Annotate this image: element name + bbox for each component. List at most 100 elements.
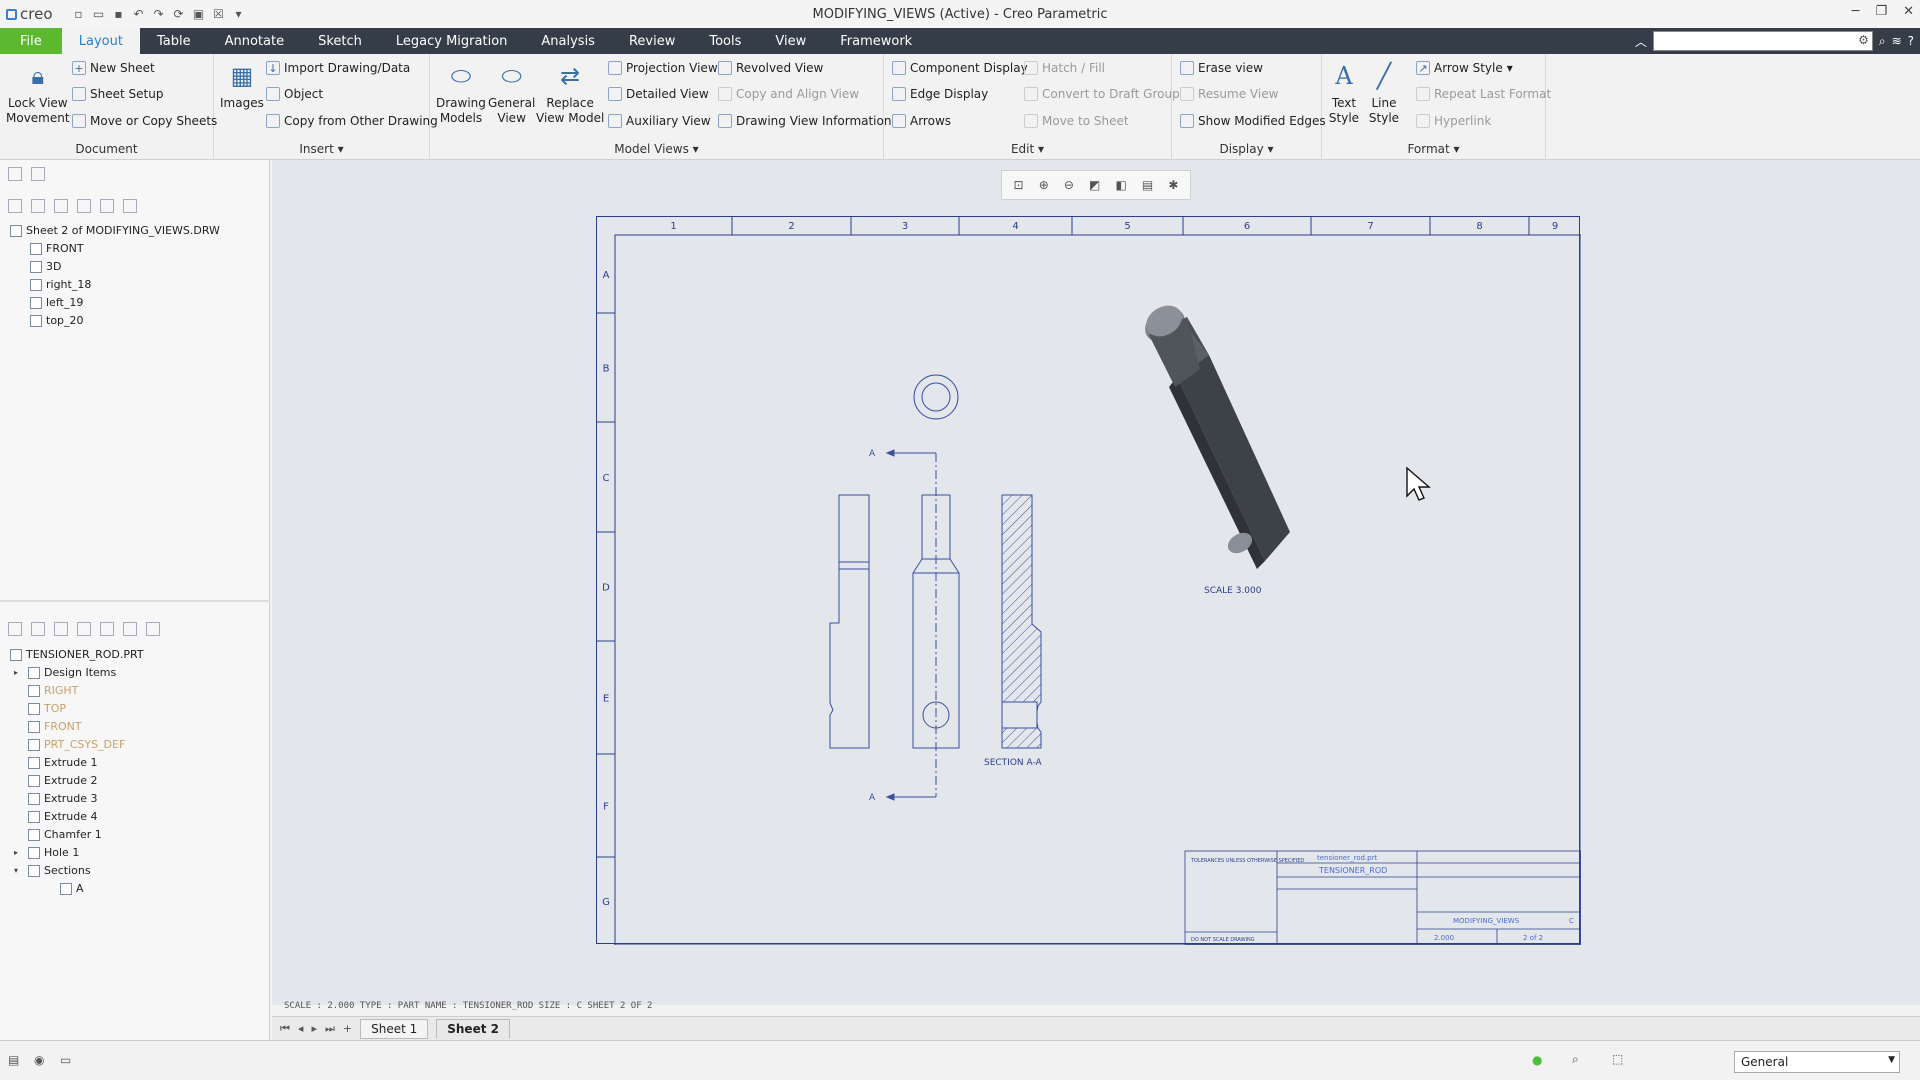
copy-from-other-drawing-button[interactable]: Copy from Other Drawing bbox=[266, 110, 438, 132]
regenerate-icon[interactable]: ⟳ bbox=[171, 6, 187, 22]
close-window-icon[interactable]: ☒ bbox=[211, 6, 227, 22]
resume-view-button[interactable]: Resume View bbox=[1180, 83, 1278, 105]
drawing-tree-item[interactable]: left_19 bbox=[10, 294, 220, 312]
close-button[interactable]: ✕ bbox=[1903, 4, 1914, 19]
object-button[interactable]: Object bbox=[266, 83, 323, 105]
customize-qat-icon[interactable]: ▾ bbox=[231, 6, 247, 22]
general-view-button[interactable]: ⬭ General View bbox=[488, 60, 535, 126]
model-tree-item[interactable]: FRONT bbox=[10, 718, 144, 736]
model-tree-item[interactable]: Chamfer 1 bbox=[10, 826, 144, 844]
group-label-model-views[interactable]: Model Views ▾ bbox=[430, 142, 883, 156]
projection-view-button[interactable]: Projection View bbox=[608, 57, 718, 79]
layer-tree-tab-icon[interactable] bbox=[31, 167, 45, 181]
drawing-sheet[interactable]: 123456789ABCDEFG A A SECTION A-A SCALE 3… bbox=[596, 216, 1582, 946]
tab-analysis[interactable]: Analysis bbox=[524, 28, 612, 54]
group-label-display[interactable]: Display ▾ bbox=[1172, 142, 1321, 156]
show-modified-edges-button[interactable]: Show Modified Edges bbox=[1180, 110, 1326, 132]
regeneration-status-icon[interactable]: ● bbox=[1532, 1053, 1542, 1067]
tree-filter-icon[interactable] bbox=[8, 199, 22, 213]
drawing-tree-item[interactable]: top_20 bbox=[10, 312, 220, 330]
arrows-button[interactable]: Arrows bbox=[892, 110, 951, 132]
drawing-tree-item[interactable]: right_18 bbox=[10, 276, 220, 294]
model-tree-root[interactable]: TENSIONER_ROD.PRT bbox=[10, 646, 144, 664]
convert-draft-group-button[interactable]: Convert to Draft Group bbox=[1024, 83, 1180, 105]
full-screen-icon[interactable]: ▭ bbox=[60, 1053, 71, 1067]
model-tree-item[interactable]: Extrude 4 bbox=[10, 808, 144, 826]
prev-sheet-icon[interactable]: ◂ bbox=[298, 1022, 304, 1035]
component-display-button[interactable]: Component Display bbox=[892, 57, 1028, 79]
tab-table[interactable]: Table bbox=[140, 28, 208, 54]
import-drawing-button[interactable]: ↓ Import Drawing/Data bbox=[266, 57, 410, 79]
drawing-tree-item[interactable]: FRONT bbox=[10, 240, 220, 258]
lock-view-movement-button[interactable]: 🔒︎ Lock View Movement bbox=[6, 60, 70, 126]
annotation-display-icon[interactable]: ✱ bbox=[1168, 178, 1178, 192]
tab-tools[interactable]: Tools bbox=[692, 28, 758, 54]
hatch-fill-button[interactable]: Hatch / Fill bbox=[1024, 57, 1105, 79]
top-view[interactable] bbox=[913, 374, 959, 420]
tree-columns-icon[interactable] bbox=[77, 199, 91, 213]
replace-view-model-button[interactable]: ⇄ Replace View Model bbox=[536, 60, 604, 126]
group-label-edit[interactable]: Edit ▾ bbox=[884, 142, 1171, 156]
group-label-format[interactable]: Format ▾ bbox=[1322, 142, 1545, 156]
text-style-button[interactable]: A Text Style bbox=[1328, 60, 1360, 126]
command-search-icon[interactable]: ≋ bbox=[1892, 34, 1902, 48]
isometric-view[interactable] bbox=[1139, 299, 1290, 569]
drawing-tree-root[interactable]: Sheet 2 of MODIFYING_VIEWS.DRW bbox=[10, 222, 220, 240]
refit-icon[interactable]: ⊡ bbox=[1014, 178, 1024, 192]
browser-icon[interactable]: ◉ bbox=[34, 1053, 44, 1067]
save-icon[interactable]: ▪ bbox=[111, 6, 127, 22]
tab-layout[interactable]: Layout bbox=[61, 28, 140, 54]
columns-icon[interactable] bbox=[100, 622, 114, 636]
model-tree-tab-icon[interactable] bbox=[8, 167, 22, 181]
redo-icon[interactable]: ↷ bbox=[151, 6, 167, 22]
left-view[interactable] bbox=[829, 494, 870, 749]
restore-button[interactable]: ❐ bbox=[1875, 4, 1887, 19]
drawing-view-info-button[interactable]: Drawing View Information bbox=[718, 110, 891, 132]
auxiliary-view-button[interactable]: Auxiliary View bbox=[608, 110, 711, 132]
settings-icon[interactable] bbox=[100, 199, 114, 213]
help-icon[interactable]: ? bbox=[1908, 34, 1914, 48]
model-tree-item[interactable]: Extrude 3 bbox=[10, 790, 144, 808]
group-label-insert[interactable]: Insert ▾ bbox=[214, 142, 429, 156]
hyperlink-button[interactable]: Hyperlink bbox=[1416, 110, 1491, 132]
sheet-tab-2[interactable]: Sheet 2 bbox=[436, 1018, 510, 1039]
drawing-tree-item[interactable]: 3D bbox=[10, 258, 220, 276]
undo-icon[interactable]: ↶ bbox=[131, 6, 147, 22]
revolved-view-button[interactable]: Revolved View bbox=[718, 57, 823, 79]
zoom-out-icon[interactable]: ⊖ bbox=[1064, 178, 1074, 192]
panel-splitter[interactable] bbox=[0, 600, 270, 602]
selection-mode-icon[interactable]: ⬚ bbox=[1612, 1052, 1623, 1066]
tab-framework[interactable]: Framework bbox=[823, 28, 929, 54]
expand-arrow-icon[interactable]: ▾ bbox=[14, 862, 24, 880]
selection-filter[interactable]: General ▼ bbox=[1734, 1051, 1900, 1073]
copy-align-view-button[interactable]: Copy and Align View bbox=[718, 83, 859, 105]
detailed-view-button[interactable]: Detailed View bbox=[608, 83, 709, 105]
repeat-last-format-button[interactable]: Repeat Last Format bbox=[1416, 83, 1551, 105]
search-icon[interactable]: ⌕ bbox=[1879, 34, 1886, 49]
model-tree-item[interactable]: RIGHT bbox=[10, 682, 144, 700]
search-input[interactable]: ⚙ bbox=[1652, 31, 1873, 51]
expand-arrow-icon[interactable]: ▸ bbox=[14, 844, 24, 862]
last-sheet-icon[interactable]: ⏭ bbox=[325, 1022, 335, 1036]
tab-review[interactable]: Review bbox=[612, 28, 692, 54]
window-switch-icon[interactable]: ▣ bbox=[191, 6, 207, 22]
repaint-icon[interactable]: ◩ bbox=[1089, 178, 1100, 192]
open-folder-icon[interactable]: ▭ bbox=[91, 6, 107, 22]
next-sheet-icon[interactable]: ▸ bbox=[311, 1022, 317, 1035]
find-icon[interactable]: ⌕ bbox=[1572, 1052, 1579, 1067]
model-tree-item[interactable]: Extrude 1 bbox=[10, 754, 144, 772]
move-to-sheet-button[interactable]: Move to Sheet bbox=[1024, 110, 1129, 132]
tab-annotate[interactable]: Annotate bbox=[208, 28, 301, 54]
add-sheet-icon[interactable]: + bbox=[343, 1022, 352, 1035]
front-view[interactable] bbox=[885, 449, 960, 801]
collapse-all-icon[interactable] bbox=[77, 622, 91, 636]
expand-icon[interactable] bbox=[31, 199, 45, 213]
gear-icon[interactable]: ⚙ bbox=[1858, 33, 1869, 47]
zoom-in-icon[interactable]: ⊕ bbox=[1039, 178, 1049, 192]
model-tree-item[interactable]: ▸ Design Items bbox=[10, 664, 144, 682]
tab-legacy-migration[interactable]: Legacy Migration bbox=[379, 28, 525, 54]
drawing-models-button[interactable]: ⬭ Drawing Models bbox=[436, 60, 486, 126]
images-button[interactable]: ▦ Images bbox=[220, 60, 264, 111]
expand-all-icon[interactable] bbox=[54, 622, 68, 636]
tree-settings-icon[interactable] bbox=[123, 622, 137, 636]
